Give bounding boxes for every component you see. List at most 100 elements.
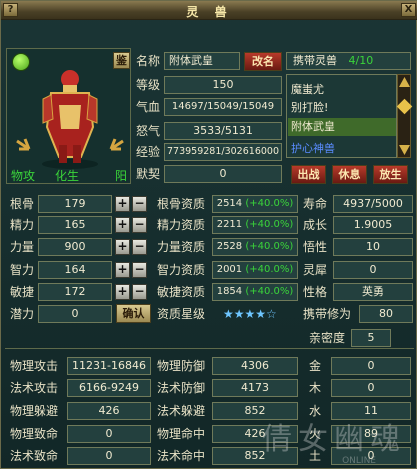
attr-label: 力量 (10, 240, 35, 254)
stat-label: 寿命 (303, 197, 328, 211)
attr-value: 179 (38, 195, 112, 213)
minus-button[interactable]: − (132, 284, 147, 300)
attr-label: 根骨 (10, 197, 35, 211)
list-item[interactable]: 魔蚩尤 (291, 81, 324, 97)
aptitude-label: 力量资质 (157, 240, 206, 254)
defense-label: 法术命中 (157, 449, 206, 463)
confirm-button[interactable]: 确认 (116, 304, 151, 323)
list-item-selected[interactable]: 附体武皇 (288, 118, 396, 136)
element-value: 0 (331, 379, 411, 397)
stat-label: 成长 (303, 218, 328, 232)
attr-value: 164 (38, 261, 112, 279)
scroll-down-icon[interactable] (399, 145, 410, 155)
name-label: 名称 (136, 54, 161, 68)
aptitude-value: 2001 (+40.0%) (212, 261, 298, 279)
combat-label: 物理致命 (10, 427, 59, 441)
stat-label: 携带修为 (303, 307, 352, 321)
watermark-sub: ONLINE (342, 456, 376, 466)
attr-value: 900 (38, 238, 112, 256)
aptitude-label: 精力资质 (157, 218, 206, 232)
level-value: 150 (164, 76, 282, 94)
minus-button[interactable]: − (132, 196, 147, 212)
stat-value: 5 (351, 329, 391, 347)
divider (5, 348, 414, 349)
minus-button[interactable]: − (132, 262, 147, 278)
carry-header: 携带灵兽 4/10 (286, 52, 411, 70)
stat-value: 10 (333, 238, 413, 256)
defense-label: 法术防御 (157, 381, 206, 395)
list-item[interactable]: 别打脸! (291, 99, 328, 115)
combat-value: 426 (67, 402, 151, 420)
carry-count: 4/10 (348, 54, 374, 67)
combat-value: 0 (67, 425, 151, 443)
window-title: 灵 兽 (186, 5, 233, 19)
aptitude-label: 敏捷资质 (157, 285, 206, 299)
close-button[interactable]: X (401, 3, 416, 17)
potential-value: 0 (38, 305, 112, 323)
pet-portrait-image (16, 70, 124, 169)
plus-button[interactable]: + (115, 196, 130, 212)
attr-label: 敏捷 (10, 285, 35, 299)
fight-button[interactable]: 出战 (291, 165, 326, 184)
minus-button[interactable]: − (132, 239, 147, 255)
exp-value: 773959281/302616000 (164, 143, 282, 161)
release-button[interactable]: 放生 (373, 165, 408, 184)
stat-label: 亲密度 (309, 331, 346, 345)
rage-label: 怒气 (136, 124, 161, 138)
tacit-label: 默契 (136, 167, 161, 181)
potential-label: 潜力 (10, 307, 35, 321)
combat-label: 法术致命 (10, 449, 59, 463)
rename-button[interactable]: 改名 (244, 52, 282, 71)
rest-button[interactable]: 休息 (332, 165, 367, 184)
stat-value: 1.9005 (333, 216, 413, 234)
attr-label: 智力 (10, 263, 35, 277)
combat-value: 11231-16846 (67, 357, 151, 375)
attr-value: 165 (38, 216, 112, 234)
level-label: 等级 (136, 78, 161, 92)
stat-value: 80 (359, 305, 413, 323)
watermark-logo: 倩女幽魂 (262, 422, 406, 457)
combat-label: 物理攻击 (10, 359, 59, 373)
minus-button[interactable]: − (132, 217, 147, 233)
plus-button[interactable]: + (115, 284, 130, 300)
portrait-label-yang: 阳 (115, 169, 128, 183)
aptitude-label: 智力资质 (157, 263, 206, 277)
combat-label: 法术攻击 (10, 381, 59, 395)
hp-value: 14697/15049/15049 (164, 98, 282, 116)
plus-button[interactable]: + (115, 239, 130, 255)
aptitude-stars: ★★★★☆ (223, 307, 277, 321)
combat-label: 物理躲避 (10, 404, 59, 418)
attr-value: 172 (38, 283, 112, 301)
element-label: 金 (309, 359, 322, 373)
plus-button[interactable]: + (115, 262, 130, 278)
pet-window: ? 灵 兽 X 鉴 物攻 化生 阳 名称 附体武皇 改名 等级 150 气血 1… (0, 0, 417, 469)
stat-label: 悟性 (303, 240, 328, 254)
stat-value: 英勇 (333, 283, 413, 301)
carry-list: 魔蚩尤 别打脸! 附体武皇 护心神兽 (286, 74, 397, 158)
plus-button[interactable]: + (115, 217, 130, 233)
aptitude-value: 1854 (+40.0%) (212, 283, 298, 301)
exp-label: 经验 (136, 145, 161, 159)
aptitude-value: 2211 (+40.0%) (212, 216, 298, 234)
rage-value: 3533/5131 (164, 122, 282, 140)
combat-value: 0 (67, 447, 151, 465)
defense-label: 法术躲避 (157, 404, 206, 418)
aptitude-stars-label: 资质星级 (157, 307, 206, 321)
defense-label: 物理命中 (157, 427, 206, 441)
stat-label: 灵犀 (303, 263, 328, 277)
stat-label: 性格 (303, 285, 328, 299)
portrait-label-physical-attack: 物攻 (11, 169, 36, 183)
element-value: 0 (331, 357, 411, 375)
stat-value: 0 (333, 261, 413, 279)
aptitude-value: 2528 (+40.0%) (212, 238, 298, 256)
element-label: 木 (309, 381, 322, 395)
scroll-thumb[interactable] (396, 98, 413, 115)
scroll-up-icon[interactable] (399, 77, 410, 87)
carry-list-scrollbar[interactable] (396, 74, 413, 158)
title-bar: ? 灵 兽 X (1, 1, 417, 20)
aptitude-value: 2514 (+40.0%) (212, 195, 298, 213)
carry-label: 携带灵兽 (293, 54, 337, 67)
combat-value: 6166-9249 (67, 379, 151, 397)
list-item[interactable]: 护心神兽 (291, 140, 335, 156)
name-field[interactable]: 附体武皇 (164, 52, 240, 70)
